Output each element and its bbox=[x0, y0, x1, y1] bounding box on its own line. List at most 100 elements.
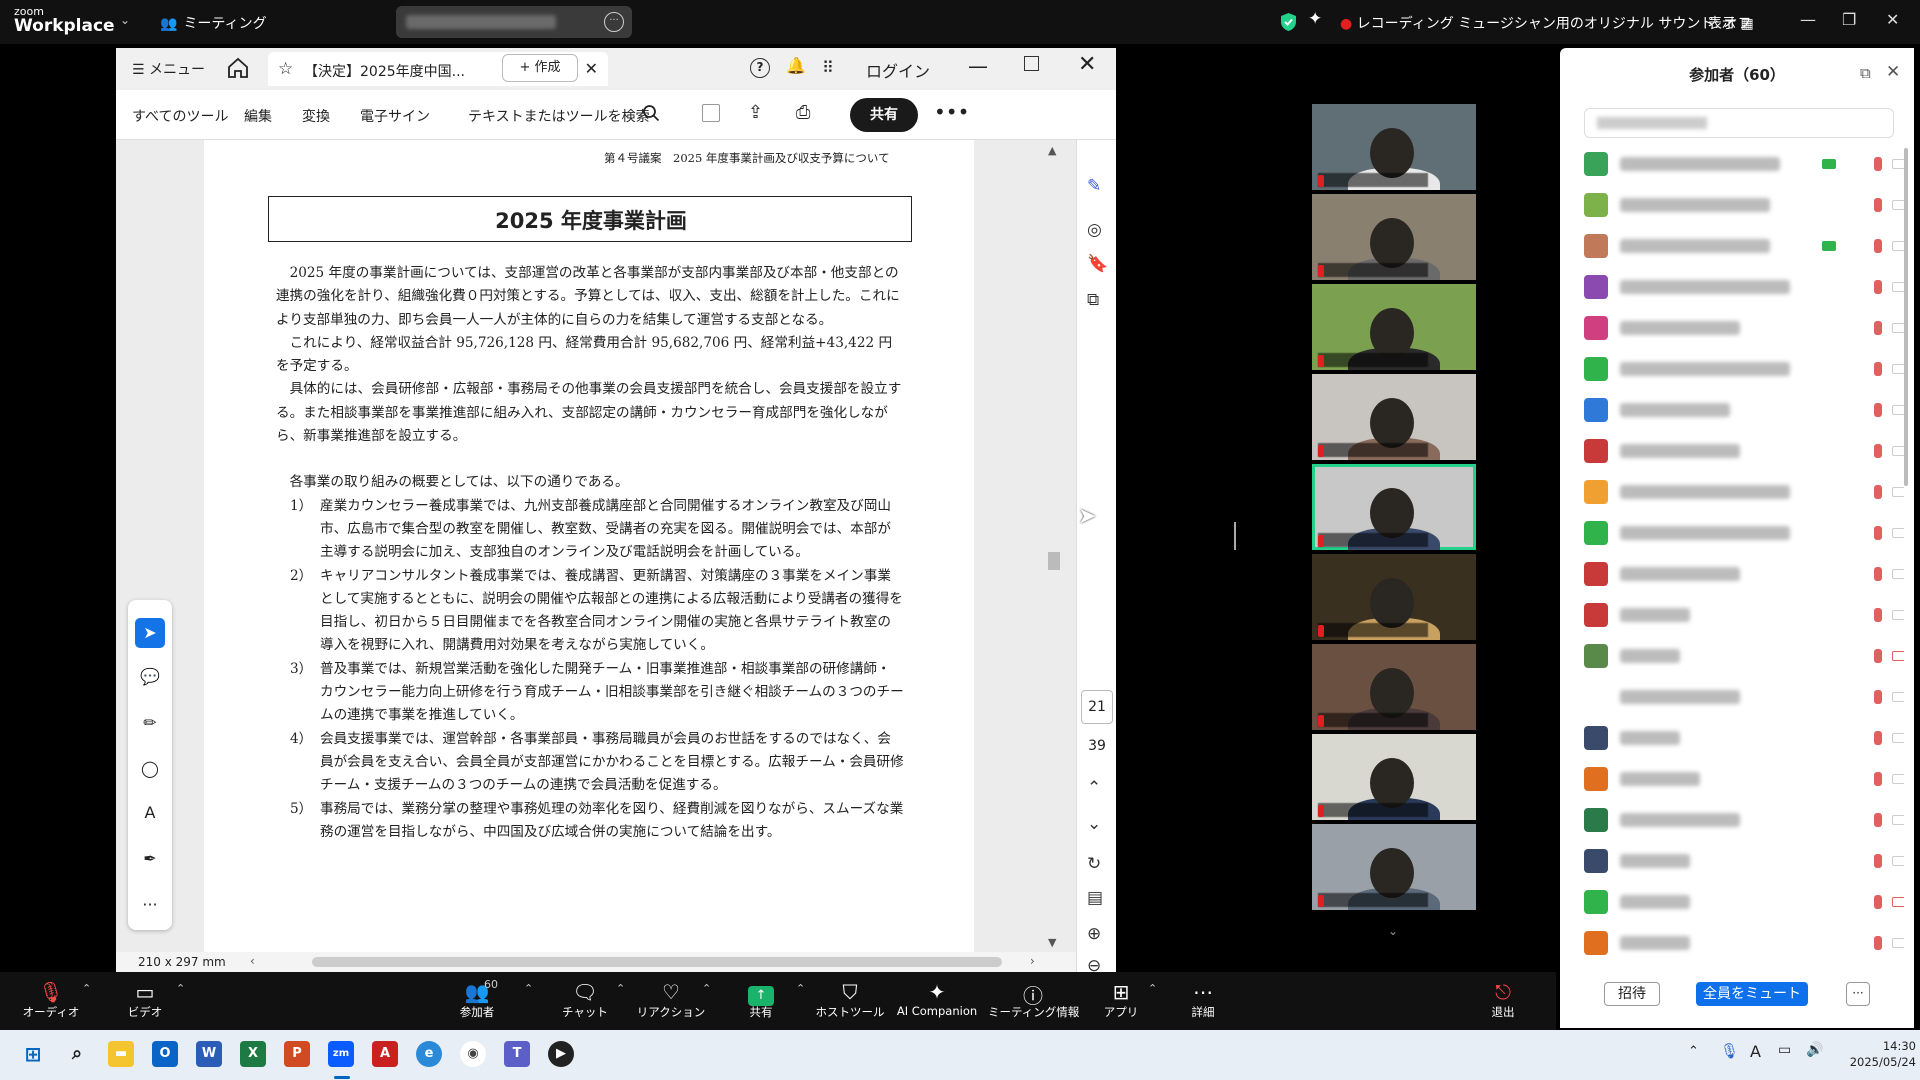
chevron-up-icon[interactable]: ⌃ bbox=[524, 982, 533, 995]
bookmark-icon[interactable]: 🔖 bbox=[1087, 254, 1108, 274]
participant-row[interactable] bbox=[1584, 472, 1904, 513]
system-clock[interactable]: 14:30 2025/05/24 bbox=[1836, 1038, 1916, 1070]
participant-row[interactable] bbox=[1584, 677, 1904, 718]
teams-icon[interactable]: T bbox=[504, 1041, 530, 1067]
chevron-up-icon[interactable]: ⌃ bbox=[796, 982, 805, 995]
participants-button[interactable]: 👥 60 参加者 ⌃ bbox=[432, 972, 533, 1030]
sign-pen-icon[interactable]: ✒ bbox=[135, 844, 165, 874]
participant-row[interactable] bbox=[1584, 185, 1904, 226]
participant-row[interactable] bbox=[1584, 349, 1904, 390]
participant-search-input[interactable] bbox=[1584, 108, 1894, 138]
notification-bell-icon[interactable]: 🔔 bbox=[786, 56, 806, 75]
word-icon[interactable]: W bbox=[196, 1041, 222, 1067]
invite-button[interactable]: 招待 bbox=[1604, 982, 1660, 1006]
participant-video-tile[interactable] bbox=[1312, 644, 1476, 730]
ai-assistant-icon[interactable]: ✎ bbox=[1087, 176, 1101, 196]
more-options-icon[interactable]: ··· bbox=[604, 12, 624, 32]
participant-video-tile[interactable] bbox=[1312, 194, 1476, 280]
participant-video-tile[interactable] bbox=[1312, 464, 1476, 550]
window-minimize-button[interactable]: — bbox=[1800, 10, 1816, 29]
participant-row[interactable] bbox=[1584, 390, 1904, 431]
participant-row[interactable] bbox=[1584, 718, 1904, 759]
windows-start-icon[interactable]: ⊞ bbox=[20, 1041, 46, 1067]
chat-button[interactable]: 🗨 チャット ⌃ bbox=[540, 972, 630, 1030]
edit-button[interactable]: 編集 bbox=[244, 106, 272, 126]
meeting-info-button[interactable]: ⓘ ミーティング情報 bbox=[988, 972, 1079, 1030]
comment-icon[interactable]: ◎ bbox=[1087, 220, 1102, 240]
document-viewport[interactable]: 第４号議案 2025 年度事業計画及び収支予算について 2025 年度事業計画 … bbox=[116, 140, 1076, 972]
network-icon[interactable]: ▭ bbox=[1778, 1042, 1791, 1058]
zoom-in-icon[interactable]: ⊕ bbox=[1087, 924, 1101, 944]
participant-video-tile[interactable] bbox=[1312, 284, 1476, 370]
participant-row[interactable] bbox=[1584, 554, 1904, 595]
participant-row[interactable] bbox=[1584, 923, 1904, 964]
popout-icon[interactable]: ⧉ bbox=[1860, 64, 1871, 82]
participant-list-scrollbar[interactable] bbox=[1904, 148, 1908, 486]
window-close-button[interactable]: ✕ bbox=[1886, 10, 1899, 29]
participant-video-tile[interactable] bbox=[1312, 104, 1476, 190]
convert-button[interactable]: 変換 bbox=[302, 106, 330, 126]
mute-all-button[interactable]: 全員をミュート bbox=[1696, 982, 1808, 1006]
home-icon[interactable] bbox=[226, 56, 250, 80]
chevron-up-icon[interactable]: ⌃ bbox=[1148, 982, 1157, 995]
add-comment-icon[interactable]: 💬 bbox=[135, 662, 165, 692]
powerpoint-icon[interactable]: P bbox=[284, 1041, 310, 1067]
save-icon[interactable] bbox=[702, 104, 720, 122]
more-options-button[interactable]: ··· bbox=[1846, 982, 1870, 1006]
window-restore-button[interactable]: ❐ bbox=[1842, 10, 1856, 29]
scroll-left-icon[interactable]: ‹ bbox=[250, 954, 255, 968]
participant-row[interactable] bbox=[1584, 267, 1904, 308]
select-cursor-icon[interactable]: ➤ bbox=[135, 618, 165, 648]
microphone-icon[interactable]: 🎙 bbox=[1720, 1042, 1739, 1060]
highlight-pen-icon[interactable]: ✏ bbox=[135, 708, 165, 738]
share-button[interactable]: 共有 bbox=[850, 98, 918, 132]
vertical-scrollbar-thumb[interactable] bbox=[1048, 552, 1060, 570]
search-tools-input[interactable]: テキストまたはツールを検索 bbox=[468, 106, 650, 126]
video-button[interactable]: ▭ ビデオ ⌃ bbox=[100, 972, 190, 1030]
ai-sparkle-icon[interactable]: ✦ bbox=[1308, 9, 1322, 29]
tray-expand-icon[interactable]: ⌃ bbox=[1688, 1044, 1699, 1059]
recording-status[interactable]: ● レコーディング ミュージシャン用のオリジナル サウンド: オフ bbox=[1340, 13, 1752, 33]
more-icon[interactable]: ••• bbox=[934, 100, 969, 124]
search-icon[interactable] bbox=[642, 104, 660, 122]
participant-video-tile[interactable] bbox=[1312, 734, 1476, 820]
ime-indicator[interactable]: A bbox=[1750, 1042, 1761, 1061]
reactions-button[interactable]: ♡ リアクション ⌃ bbox=[626, 972, 716, 1030]
participant-video-tile[interactable] bbox=[1312, 824, 1476, 910]
share-screen-button[interactable]: ↑ 共有 ⌃ bbox=[716, 972, 806, 1030]
participant-row[interactable] bbox=[1584, 513, 1904, 554]
ai-companion-button[interactable]: ✦ AI Companion bbox=[892, 972, 982, 1030]
rotate-icon[interactable]: ↻ bbox=[1087, 854, 1101, 874]
participant-row[interactable] bbox=[1584, 882, 1904, 923]
print-icon[interactable]: ⎙ bbox=[796, 102, 810, 123]
all-tools-button[interactable]: すべてのツール bbox=[132, 106, 228, 126]
horizontal-scrollbar-thumb[interactable] bbox=[312, 957, 1002, 967]
chrome-icon[interactable]: ◉ bbox=[460, 1041, 486, 1067]
participant-video-tile[interactable] bbox=[1312, 554, 1476, 640]
participant-video-tile[interactable] bbox=[1312, 374, 1476, 460]
panel-resize-handle[interactable] bbox=[1234, 522, 1236, 550]
scroll-down-icon[interactable]: ▼ bbox=[1048, 936, 1056, 949]
chevron-up-icon[interactable]: ⌃ bbox=[702, 982, 711, 995]
login-button[interactable]: ログイン bbox=[866, 58, 930, 82]
esign-button[interactable]: 電子サイン bbox=[360, 106, 430, 126]
chevron-up-icon[interactable]: ⌃ bbox=[82, 982, 91, 995]
acrobat-icon[interactable]: A bbox=[372, 1041, 398, 1067]
chevron-up-icon[interactable]: ⌃ bbox=[176, 982, 185, 995]
menu-button[interactable]: ☰ メニュー bbox=[132, 59, 205, 79]
tab-close-icon[interactable]: ✕ bbox=[585, 59, 598, 78]
excel-icon[interactable]: X bbox=[240, 1041, 266, 1067]
host-tools-button[interactable]: ⛉ ホストツール bbox=[805, 972, 895, 1030]
more-button[interactable]: ⋯ 詳細 bbox=[1158, 972, 1248, 1030]
add-text-icon[interactable]: A bbox=[135, 798, 165, 828]
more-tools-icon[interactable]: ··· bbox=[135, 890, 165, 920]
meeting-indicator[interactable]: 👥 ミーティング bbox=[160, 13, 267, 33]
participant-row[interactable] bbox=[1584, 226, 1904, 267]
leave-button[interactable]: ⎋ 退出 bbox=[1458, 972, 1548, 1030]
security-shield-icon[interactable] bbox=[1280, 12, 1297, 32]
previous-page-icon[interactable]: ⌃ bbox=[1087, 778, 1101, 798]
participant-row[interactable] bbox=[1584, 759, 1904, 800]
scroll-right-icon[interactable]: › bbox=[1030, 954, 1035, 968]
volume-icon[interactable]: 🔊 bbox=[1806, 1042, 1823, 1058]
page-fit-icon[interactable]: ▤ bbox=[1087, 888, 1103, 908]
